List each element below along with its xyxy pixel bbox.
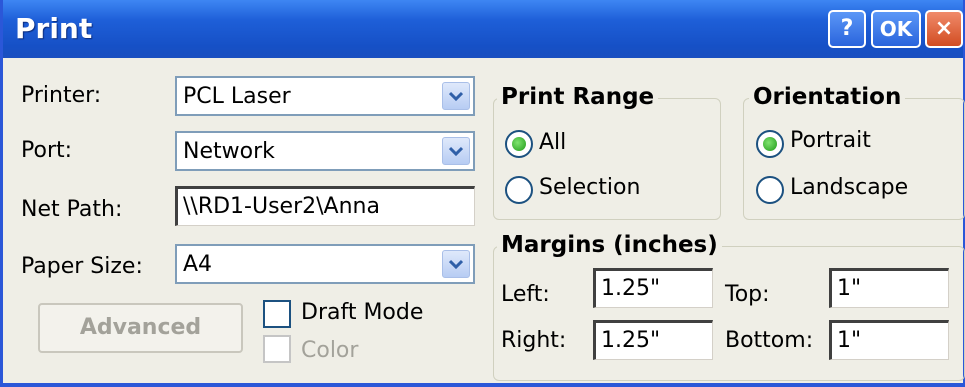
- port-dropdown[interactable]: Network: [175, 131, 475, 171]
- portrait-radio[interactable]: [756, 130, 784, 158]
- help-button[interactable]: ?: [828, 10, 866, 48]
- paper-size-value: A4: [183, 252, 213, 277]
- window-title: Print: [15, 12, 93, 45]
- top-margin-field[interactable]: 1": [829, 268, 949, 308]
- draft-mode-label: Draft Mode: [301, 300, 424, 325]
- selection-radio[interactable]: [505, 176, 533, 204]
- paper-size-dropdown[interactable]: A4: [175, 244, 475, 284]
- print-range-group: [493, 98, 721, 220]
- print-range-title: Print Range: [497, 84, 659, 110]
- printer-label: Printer:: [21, 83, 102, 108]
- advanced-button[interactable]: Advanced: [38, 303, 243, 353]
- right-margin-value: 1.25": [601, 328, 661, 353]
- port-label: Port:: [21, 138, 73, 163]
- close-button[interactable]: ×: [925, 10, 963, 48]
- portrait-label: Portrait: [790, 128, 871, 153]
- radio-selected-dot: [763, 137, 777, 151]
- color-checkbox[interactable]: [263, 335, 291, 363]
- top-margin-label: Top:: [725, 282, 770, 307]
- margins-group: [493, 246, 965, 381]
- top-margin-value: 1": [837, 276, 862, 301]
- bottom-margin-label: Bottom:: [725, 328, 814, 353]
- chevron-down-icon[interactable]: [442, 137, 470, 165]
- left-margin-field[interactable]: 1.25": [593, 268, 713, 308]
- draft-mode-checkbox[interactable]: [263, 300, 291, 328]
- all-label: All: [539, 130, 567, 155]
- chevron-down-icon[interactable]: [442, 82, 470, 110]
- paper-size-label: Paper Size:: [21, 254, 143, 279]
- port-value: Network: [183, 139, 275, 164]
- chevron-down-icon[interactable]: [442, 250, 470, 278]
- left-margin-value: 1.25": [601, 276, 661, 301]
- net-path-value: \\RD1-User2\Anna: [183, 194, 380, 219]
- net-path-label: Net Path:: [21, 197, 123, 222]
- right-margin-field[interactable]: 1.25": [593, 320, 713, 360]
- orientation-title: Orientation: [749, 84, 906, 110]
- left-margin-label: Left:: [501, 282, 550, 307]
- selection-label: Selection: [539, 175, 641, 200]
- bottom-margin-field[interactable]: 1": [829, 320, 949, 360]
- margins-title: Margins (inches): [497, 232, 722, 258]
- all-radio[interactable]: [505, 130, 533, 158]
- ok-button[interactable]: OK: [871, 10, 921, 48]
- title-bar[interactable]: Print ? OK ×: [3, 0, 963, 58]
- landscape-label: Landscape: [790, 175, 909, 200]
- printer-dropdown[interactable]: PCL Laser: [175, 76, 475, 116]
- radio-selected-dot: [512, 137, 526, 151]
- landscape-radio[interactable]: [756, 176, 784, 204]
- color-label: Color: [301, 338, 359, 363]
- printer-value: PCL Laser: [183, 84, 291, 109]
- print-dialog: Print ? OK × Printer: PCL Laser Port: Ne…: [0, 0, 965, 387]
- bottom-margin-value: 1": [837, 328, 862, 353]
- net-path-field[interactable]: \\RD1-User2\Anna: [175, 186, 475, 226]
- right-margin-label: Right:: [501, 328, 567, 353]
